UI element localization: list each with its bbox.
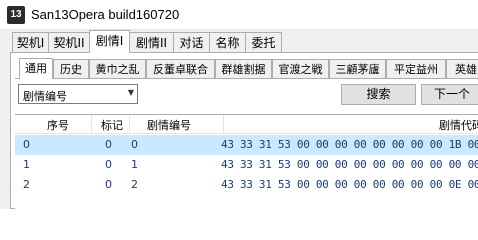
row-index: 0 — [23, 138, 30, 151]
list-header: 序号 标记 剧情编号 剧情代码 — [15, 115, 478, 134]
row-event-code: 43 33 31 53 00 00 00 00 00 00 00 00 0E 0… — [221, 178, 478, 191]
window-title: San13Opera build160720 — [31, 7, 180, 22]
header-event-id[interactable]: 剧情编号 — [147, 117, 191, 133]
row-event-code: 43 33 31 53 00 00 00 00 00 00 00 00 00 0… — [221, 158, 478, 171]
subtab-three-visits[interactable]: 三顧茅廬 — [329, 59, 386, 78]
subtab-yi-province[interactable]: 平定益州 — [386, 59, 446, 78]
subtab-history[interactable]: 历史 — [53, 59, 89, 78]
subtab-heroes[interactable]: 英雄 — [446, 59, 478, 78]
header-flag[interactable]: 标记 — [101, 117, 123, 133]
main-window: 契机I 契机II 剧情I 剧情II 对话 名称 委托 通用 历史 黄巾之乱 反董… — [0, 30, 478, 211]
search-button[interactable]: 搜索 — [341, 84, 416, 105]
tab-contract-2[interactable]: 契机II — [48, 32, 90, 52]
row-index: 1 — [23, 158, 30, 171]
table-row[interactable]: 2 0 2 43 33 31 53 00 00 00 00 00 00 00 0… — [15, 175, 478, 195]
header-event-code[interactable]: 剧情代码 — [439, 117, 478, 133]
table-row[interactable]: 1 0 1 43 33 31 53 00 00 00 00 00 00 00 0… — [15, 155, 478, 175]
plot-list: 序号 标记 剧情编号 剧情代码 0 0 0 43 33 31 53 00 00 … — [15, 114, 478, 211]
search-field-dropdown[interactable]: 剧情编号 ▼ — [18, 84, 138, 104]
table-row[interactable]: 0 0 0 43 33 31 53 00 00 00 00 00 00 00 0… — [15, 135, 478, 155]
tab-names[interactable]: 名称 — [209, 32, 246, 52]
chevron-down-icon: ▼ — [127, 88, 134, 97]
row-event-id: 1 — [131, 158, 138, 171]
dropdown-value: 剧情编号 — [23, 90, 67, 103]
next-button[interactable]: 下一个 — [421, 84, 478, 105]
general-tab-content: 剧情编号 ▼ 搜索 下一个 序号 标记 剧情编号 剧情代码 0 0 — [15, 78, 478, 211]
subtab-guandu[interactable]: 官渡之戦 — [272, 59, 329, 78]
subtab-warlords[interactable]: 群雄割据 — [215, 59, 272, 78]
row-flag: 0 — [105, 178, 112, 191]
tab-plot-2[interactable]: 剧情II — [129, 32, 174, 52]
tab-contract-1[interactable]: 契机I — [12, 32, 49, 52]
title-bar: 13 San13Opera build160720 — [0, 0, 478, 30]
row-flag: 0 — [105, 138, 112, 151]
tab-plot-1[interactable]: 剧情I — [89, 30, 130, 53]
subtab-general[interactable]: 通用 — [19, 58, 53, 79]
subtab-yellow-turban[interactable]: 黄巾之乱 — [89, 59, 146, 78]
row-event-id: 0 — [131, 138, 138, 151]
row-event-id: 2 — [131, 178, 138, 191]
row-event-code: 43 33 31 53 00 00 00 00 00 00 00 00 1B 0… — [221, 138, 478, 151]
subtab-anti-dong-zhuo[interactable]: 反董卓联合 — [146, 59, 215, 78]
plot-panel: 通用 历史 黄巾之乱 反董卓联合 群雄割据 官渡之戦 三顧茅廬 平定益州 英雄 … — [10, 52, 478, 211]
tab-dialogue[interactable]: 对话 — [173, 32, 210, 52]
tab-commission[interactable]: 委托 — [245, 32, 282, 52]
row-index: 2 — [23, 178, 30, 191]
app-icon: 13 — [7, 6, 25, 24]
row-flag: 0 — [105, 158, 112, 171]
header-index[interactable]: 序号 — [47, 117, 69, 133]
